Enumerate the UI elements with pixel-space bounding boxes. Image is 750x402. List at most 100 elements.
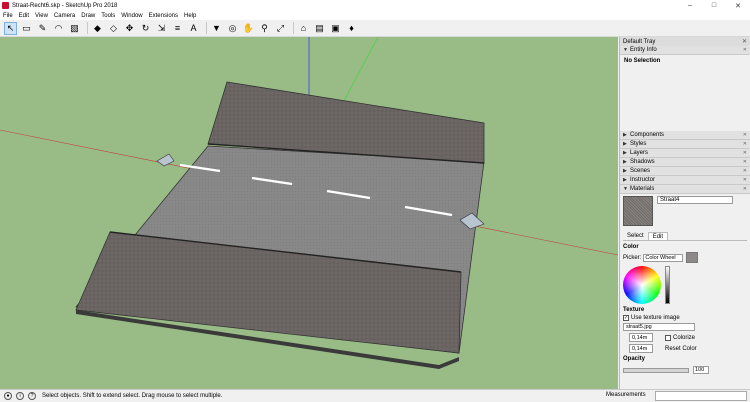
close-panel-icon[interactable]: ✕ [743,141,747,147]
texture-size-row: 0,14m Colorize [623,333,747,342]
text-icon[interactable]: A [187,22,200,35]
color-wheel[interactable] [623,266,661,304]
scale-icon[interactable]: ⇲ [155,22,168,35]
status-message: Select objects. Shift to extend select. … [42,393,223,399]
no-selection-text: No Selection [624,58,661,64]
section-marker[interactable] [156,153,175,167]
select-icon[interactable]: ↖ [4,21,17,35]
expand-arrow-icon: ▶ [623,132,627,138]
offset-icon[interactable]: ◇ [107,22,120,35]
geo-location-icon[interactable]: ● [4,392,12,400]
reset-color-button[interactable]: Reset Color [665,346,697,352]
warehouse-icon[interactable]: ⌂ [297,22,310,35]
layout-icon[interactable]: ▣ [329,22,342,35]
line-icon[interactable]: ✎ [36,22,49,35]
panel-entity-info[interactable]: ▼ Entity Info ✕ [620,46,750,55]
tray-title: Default Tray [623,38,656,45]
sketchup-logo-icon [2,2,9,9]
menu-draw[interactable]: Draw [81,13,95,19]
close-panel-icon[interactable]: ✕ [743,177,747,183]
tab-select[interactable]: Select [623,232,648,240]
panel-label: Entity Info [630,47,657,53]
panel-scenes[interactable]: ▶ Scenes ✕ [620,167,750,176]
panel-components[interactable]: ▶ Components ✕ [620,131,750,140]
menu-edit[interactable]: Edit [19,13,29,19]
expand-arrow-icon: ▶ [623,177,627,183]
menu-camera[interactable]: Camera [54,13,75,19]
move-icon[interactable]: ✥ [123,22,136,35]
close-panel-icon[interactable]: ✕ [743,150,747,156]
tape-measure-icon[interactable]: ≡ [171,22,184,35]
panel-label: Components [630,132,665,138]
use-texture-checkbox[interactable]: ✓ [623,315,629,321]
entity-info-body: No Selection [620,55,750,131]
panel-instructor[interactable]: ▶ Instructor ✕ [620,176,750,185]
picker-select[interactable]: Color Wheel [643,253,684,262]
window-controls: – □ ✕ [678,0,750,11]
pan-icon[interactable]: ✋ [242,22,255,35]
eraser-icon[interactable]: ▭ [20,22,33,35]
color-preview [686,252,699,263]
instructor-toggle-icon[interactable]: ? [28,392,36,400]
texture-height-field[interactable]: 0,14m [629,344,653,353]
material-header: Straat4 [623,196,747,232]
close-button[interactable]: ✕ [726,0,750,11]
menu-extensions[interactable]: Extensions [149,13,178,19]
pin-icon[interactable]: ✕ [742,38,747,45]
panel-layers[interactable]: ▶ Layers ✕ [620,149,750,158]
close-panel-icon[interactable]: ✕ [743,159,747,165]
texture-width-field[interactable]: 0,14m [629,333,653,342]
toolbar-separator [293,22,294,34]
texture-file-row: straat5.jpg [623,323,747,331]
opacity-section-label: Opacity [623,356,646,362]
model-viewport[interactable] [0,37,618,389]
expand-arrow-icon: ▶ [623,150,627,156]
panel-shadows[interactable]: ▶ Shadows ✕ [620,158,750,167]
maximize-button[interactable]: □ [702,0,726,11]
minimize-button[interactable]: – [678,0,702,11]
paint-bucket-icon[interactable]: ▼ [210,22,223,35]
tray-header: Default Tray ✕ [620,37,750,46]
measurements-label: Measurements [606,392,646,398]
opacity-field[interactable]: 100 [693,366,709,374]
colorize-checkbox[interactable] [665,334,671,341]
default-tray: Default Tray ✕ ▼ Entity Info ✕ No Select… [619,37,750,389]
close-panel-icon[interactable]: ✕ [743,168,747,174]
color-section-label: Color [623,244,639,250]
material-swatch[interactable] [623,196,653,226]
menu-window[interactable]: Window [121,13,142,19]
material-name-field[interactable]: Straat4 [657,196,733,204]
credits-icon[interactable]: i [16,392,24,400]
arc-icon[interactable]: ◠ [52,22,65,35]
opacity-row: 100 [623,366,747,374]
push-pull-icon[interactable]: ◆ [91,22,104,35]
main-toolbar: ↖ ▭ ✎ ◠ ▧ ◆ ◇ ✥ ↻ ⇲ ≡ A ▼ ◎ ✋ ⚲ ⤢ ⌂ ▤ ▣ ♦ [0,20,750,37]
brightness-slider[interactable] [665,266,670,304]
menu-file[interactable]: File [3,13,13,19]
texture-file-field[interactable]: straat5.jpg [623,323,695,331]
ruby-console-icon[interactable]: ♦ [345,22,358,35]
tab-edit[interactable]: Edit [647,232,669,240]
close-panel-icon[interactable]: ✕ [743,186,747,192]
materials-body: Straat4 Select Edit Color Picker: Color … [620,194,750,376]
opacity-slider[interactable] [623,367,689,373]
panel-materials[interactable]: ▼ Materials ✕ [620,185,750,194]
shapes-icon[interactable]: ▧ [68,22,81,35]
zoom-icon[interactable]: ⚲ [258,22,271,35]
extension-warehouse-icon[interactable]: ▤ [313,22,326,35]
rotate-icon[interactable]: ↻ [139,22,152,35]
zoom-extents-icon[interactable]: ⤢ [274,22,287,35]
expand-arrow-icon: ▶ [623,168,627,174]
measurements-field[interactable] [655,391,747,401]
menu-view[interactable]: View [35,13,48,19]
menu-tools[interactable]: Tools [101,13,115,19]
title-bar: Straat-Recht6.skp - SketchUp Pro 2018 – … [0,0,750,11]
color-wheel-row [623,266,747,304]
close-panel-icon[interactable]: ✕ [743,47,747,53]
orbit-icon[interactable]: ◎ [226,22,239,35]
window-title: Straat-Recht6.skp - SketchUp Pro 2018 [12,2,118,9]
close-panel-icon[interactable]: ✕ [743,132,747,138]
menu-help[interactable]: Help [184,13,196,19]
panel-label: Styles [630,141,647,147]
panel-styles[interactable]: ▶ Styles ✕ [620,140,750,149]
